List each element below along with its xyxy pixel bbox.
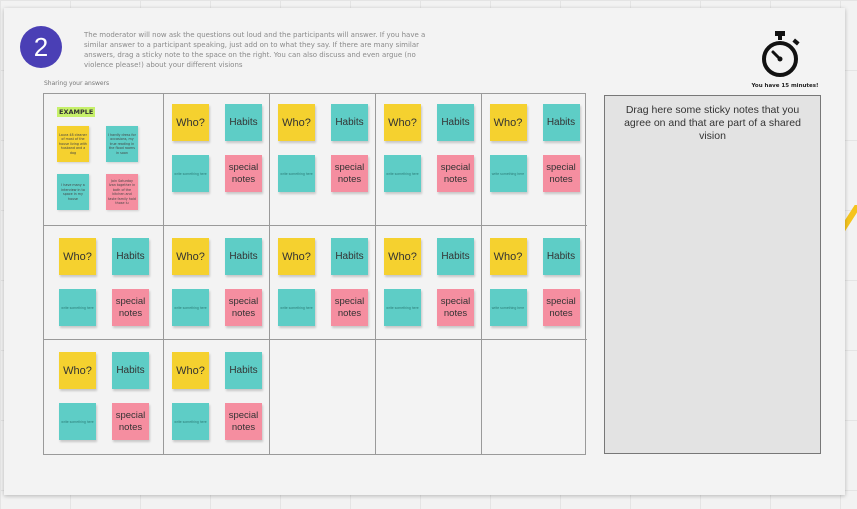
habits-sticky-note[interactable]: Habits bbox=[112, 238, 149, 275]
instructions-text: The moderator will now ask the questions… bbox=[84, 31, 426, 69]
blank-sticky-note[interactable]: write something here bbox=[172, 289, 209, 326]
special-notes-sticky-note[interactable]: special notes bbox=[225, 155, 262, 192]
participant-cell: Who? Habits write something here special no… bbox=[44, 340, 164, 454]
blank-sticky-note[interactable]: write something here bbox=[384, 289, 421, 326]
blank-sticky-note[interactable]: write something here bbox=[172, 155, 209, 192]
dropzone-text: Drag here some sticky notes that you agr… bbox=[624, 104, 801, 142]
participant-cell: Who? Habits write something here special no… bbox=[482, 94, 587, 226]
participant-cell: Who? Habits write something here special no… bbox=[164, 340, 270, 454]
who-sticky-note[interactable]: Who? bbox=[59, 352, 96, 389]
habits-sticky-note[interactable]: Habits bbox=[331, 104, 368, 141]
habits-sticky-note[interactable]: Habits bbox=[542, 238, 580, 275]
participant-cell: Who? Habits write something here special no… bbox=[44, 226, 164, 340]
special-notes-sticky-note[interactable]: special notes bbox=[331, 289, 368, 326]
example-sticky-note[interactable]: Laura 48 cleaner of most of the house li… bbox=[57, 126, 89, 162]
habits-sticky-note[interactable]: Habits bbox=[542, 104, 580, 141]
empty-cell bbox=[270, 340, 376, 454]
blank-sticky-note[interactable]: write something here bbox=[59, 403, 96, 440]
participant-cell: Who? Habits write something here special no… bbox=[376, 94, 482, 226]
blank-sticky-note[interactable]: write something here bbox=[59, 289, 96, 326]
example-sticky-note[interactable]: I hardly dress for occasions, my true re… bbox=[106, 126, 138, 162]
shared-vision-dropzone[interactable]: Drag here some sticky notes that you agr… bbox=[604, 95, 821, 454]
habits-sticky-note[interactable]: Habits bbox=[225, 238, 262, 275]
blank-sticky-note[interactable]: write something here bbox=[172, 403, 209, 440]
participant-cell: Who? Habits write something here special no… bbox=[270, 94, 376, 226]
answers-grid: EXAMPLE Laura 48 cleaner of most of the h… bbox=[43, 93, 587, 455]
who-sticky-note[interactable]: Who? bbox=[489, 238, 527, 275]
blank-sticky-note[interactable]: write something here bbox=[489, 155, 527, 192]
blank-sticky-note[interactable]: write something here bbox=[278, 155, 315, 192]
special-notes-sticky-note[interactable]: special notes bbox=[112, 403, 149, 440]
habits-sticky-note[interactable]: Habits bbox=[331, 238, 368, 275]
blank-sticky-note[interactable]: write something here bbox=[384, 155, 421, 192]
who-sticky-note[interactable]: Who? bbox=[172, 104, 209, 141]
empty-cell bbox=[376, 340, 482, 454]
habits-sticky-note[interactable]: Habits bbox=[225, 104, 262, 141]
special-notes-sticky-note[interactable]: special notes bbox=[437, 155, 474, 192]
special-notes-sticky-note[interactable]: special notes bbox=[437, 289, 474, 326]
empty-cell bbox=[482, 340, 587, 454]
special-notes-sticky-note[interactable]: special notes bbox=[225, 403, 262, 440]
example-sticky-note[interactable]: I have many a interview in to space in m… bbox=[57, 174, 89, 210]
who-sticky-note[interactable]: Who? bbox=[59, 238, 96, 275]
step-badge: 2 bbox=[20, 26, 62, 68]
blank-sticky-note[interactable]: write something here bbox=[278, 289, 315, 326]
participant-cell: Who? Habits write something here special no… bbox=[376, 226, 482, 340]
who-sticky-note[interactable]: Who? bbox=[489, 104, 527, 141]
blank-sticky-note[interactable]: write something here bbox=[489, 289, 527, 326]
who-sticky-note[interactable]: Who? bbox=[384, 238, 421, 275]
special-notes-sticky-note[interactable]: special notes bbox=[542, 289, 580, 326]
participant-cell: Who? Habits write something here special no… bbox=[164, 226, 270, 340]
who-sticky-note[interactable]: Who? bbox=[172, 352, 209, 389]
who-sticky-note[interactable]: Who? bbox=[278, 238, 315, 275]
participant-cell: Who? Habits write something here special no… bbox=[270, 226, 376, 340]
participant-cell: Who? Habits write something here special no… bbox=[482, 226, 587, 340]
example-label: EXAMPLE bbox=[57, 107, 96, 117]
special-notes-sticky-note[interactable]: special notes bbox=[225, 289, 262, 326]
grid-title: Sharing your answers bbox=[44, 80, 110, 87]
who-sticky-note[interactable]: Who? bbox=[278, 104, 315, 141]
who-sticky-note[interactable]: Who? bbox=[384, 104, 421, 141]
stopwatch-icon bbox=[762, 31, 800, 77]
who-sticky-note[interactable]: Who? bbox=[172, 238, 209, 275]
timer-text: You have 15 minutes! bbox=[751, 83, 819, 89]
activity-frame: 2 The moderator will now ask the questio… bbox=[4, 8, 845, 495]
example-cell: EXAMPLE Laura 48 cleaner of most of the h… bbox=[44, 94, 164, 226]
habits-sticky-note[interactable]: Habits bbox=[225, 352, 262, 389]
habits-sticky-note[interactable]: Habits bbox=[112, 352, 149, 389]
habits-sticky-note[interactable]: Habits bbox=[437, 104, 474, 141]
habits-sticky-note[interactable]: Habits bbox=[437, 238, 474, 275]
example-sticky-note[interactable]: Join Saturday Ivan together in both of t… bbox=[106, 174, 138, 210]
special-notes-sticky-note[interactable]: special notes bbox=[331, 155, 368, 192]
special-notes-sticky-note[interactable]: special notes bbox=[112, 289, 149, 326]
participant-cell: Who? Habits write something here special no… bbox=[164, 94, 270, 226]
special-notes-sticky-note[interactable]: special notes bbox=[542, 155, 580, 192]
